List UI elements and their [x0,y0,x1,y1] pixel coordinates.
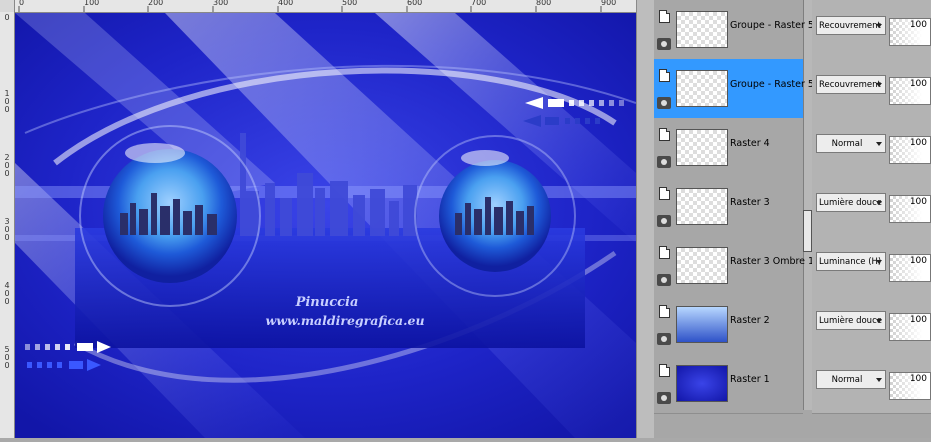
ruler-label: 3 0 0 [4,217,10,242]
opacity-value: 100 [909,256,927,266]
layer-thumbnail [676,306,728,343]
document-icon [659,364,670,377]
layer-row-selected[interactable]: Groupe - Raster 5 [654,59,814,119]
watermark-title: Pinuccia [295,295,359,310]
opacity-value: 100 [909,138,927,148]
layer-row[interactable]: Raster 3 Ombre 1 [654,236,814,296]
divider-grip[interactable] [803,210,812,252]
ruler-label: 2 0 0 [4,153,10,178]
document-icon [659,10,670,23]
ruler-ticks [18,6,602,12]
layer-props: Lumière douce 100 [812,295,931,355]
layer-thumbnail [676,129,728,166]
layer-name: Raster 4 [730,138,770,149]
blend-mode-label: Normal [831,139,863,149]
layer-name: Raster 3 Ombre 1 [730,256,815,267]
layer-props: Recouvrement 100 [812,0,931,60]
layer-row[interactable]: Raster 2 [654,295,803,355]
opacity-field[interactable]: 100 [889,195,931,223]
vertical-scrollbar[interactable] [636,0,655,438]
chevron-down-icon [876,24,882,28]
layer-props: Lumière douce 100 [812,177,931,237]
document-icon [659,187,670,200]
blend-mode-label: Lumière douce [819,198,882,208]
blend-mode-select[interactable]: Lumière douce [816,193,886,212]
opacity-field[interactable]: 100 [889,313,931,341]
opacity-value: 100 [909,79,927,89]
eye-icon[interactable] [657,392,671,404]
ruler-label: 1 0 0 [4,89,10,114]
chevron-down-icon [876,260,882,264]
layer-thumbnail [676,365,728,402]
opacity-value: 100 [909,374,927,384]
eye-icon[interactable] [657,38,671,50]
layer-name: Groupe - Raster 5 [730,79,814,90]
blend-mode-label: Recouvrement [819,21,881,31]
eye-icon[interactable] [657,215,671,227]
opacity-field[interactable]: 100 [889,18,931,46]
palette-bottom [654,412,812,438]
opacity-field[interactable]: 100 [889,372,931,400]
layer-row[interactable]: Raster 3 [654,177,803,237]
layer-props: Normal 100 [812,118,931,178]
layer-name: Raster 1 [730,374,770,385]
vertical-ruler: 0 1 0 0 2 0 0 3 0 0 4 0 0 5 0 0 [0,12,15,438]
ruler-label: 5 0 0 [4,345,10,370]
blend-mode-select[interactable]: Lumière douce [816,311,886,330]
opacity-value: 100 [909,315,927,325]
eye-icon[interactable] [657,274,671,286]
chevron-down-icon [876,142,882,146]
opacity-field[interactable]: 100 [889,136,931,164]
ruler-label: 0 [4,13,10,22]
blend-mode-label: Normal [831,375,863,385]
eye-icon[interactable] [657,333,671,345]
blend-mode-label: Luminance (H) [819,257,882,267]
layer-row[interactable]: Groupe - Raster 5 [654,0,814,60]
document-icon [659,305,670,318]
blend-mode-label: Lumière douce [819,316,882,326]
layer-props: Luminance (H) 100 [812,236,931,296]
layer-thumbnail [676,247,728,284]
chevron-down-icon [876,319,882,323]
blend-mode-select[interactable]: Normal [816,370,886,389]
opacity-value: 100 [909,20,927,30]
document-icon [659,69,670,82]
chevron-down-icon [876,378,882,382]
document-icon [659,246,670,259]
blend-mode-select[interactable]: Recouvrement [816,16,886,35]
image-canvas[interactable]: Pinuccia www.maldiregrafica.eu [15,13,637,438]
opacity-field[interactable]: 100 [889,77,931,105]
blend-mode-select[interactable]: Recouvrement [816,75,886,94]
layer-name: Raster 2 [730,315,770,326]
layer-thumbnail [676,70,728,107]
layer-name: Raster 3 [730,197,770,208]
blend-mode-select[interactable]: Luminance (H) [816,252,886,271]
layer-name: Groupe - Raster 5 [730,20,814,31]
blend-mode-select[interactable]: Normal [816,134,886,153]
layer-row[interactable]: Raster 1 [654,354,803,414]
watermark-url: www.maldiregrafica.eu [265,313,424,328]
layer-thumbnail [676,11,728,48]
document-icon [659,128,670,141]
opacity-field[interactable]: 100 [889,254,931,282]
opacity-value: 100 [909,197,927,207]
layer-props: Recouvrement 100 [812,59,931,119]
chevron-down-icon [876,201,882,205]
horizontal-ruler: 0 100 200 300 400 500 600 700 800 900 [0,0,636,13]
layers-palette: Groupe - Raster 5 Recouvrement 100 Group… [654,0,931,438]
layer-props: Normal 100 [812,354,931,414]
canvas-artwork: Pinuccia www.maldiregrafica.eu [15,13,637,438]
eye-icon[interactable] [657,156,671,168]
chevron-down-icon [876,83,882,87]
layer-row[interactable]: Raster 4 [654,118,803,178]
ruler-label: 4 0 0 [4,281,10,306]
blend-mode-label: Recouvrement [819,80,881,90]
eye-icon[interactable] [657,97,671,109]
layer-thumbnail [676,188,728,225]
